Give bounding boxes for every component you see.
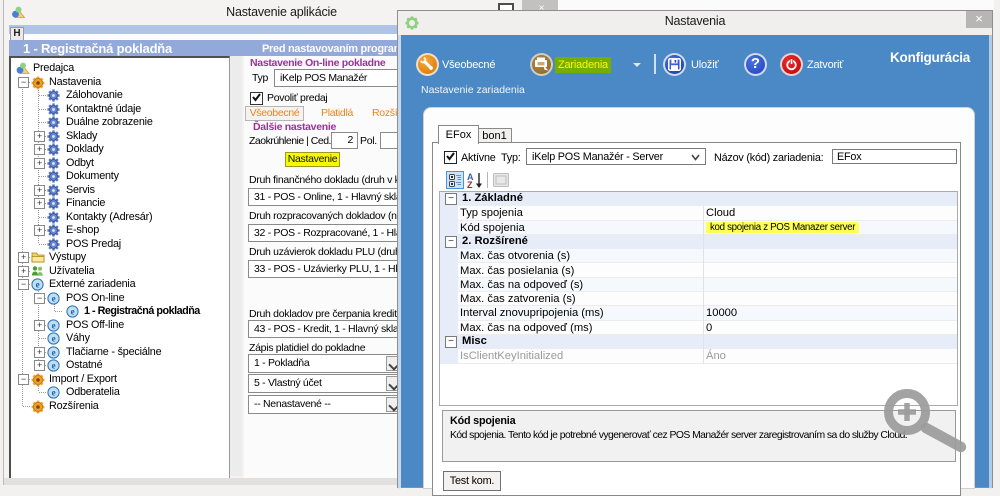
svg-text:e: e: [52, 388, 56, 398]
svg-text:e: e: [52, 361, 56, 371]
svg-text:e: e: [52, 334, 56, 344]
svg-text:e: e: [36, 280, 40, 290]
svg-text:e: e: [71, 307, 75, 317]
svg-text:e: e: [52, 321, 56, 331]
svg-text:e: e: [52, 348, 56, 358]
svg-text:e: e: [52, 294, 56, 304]
